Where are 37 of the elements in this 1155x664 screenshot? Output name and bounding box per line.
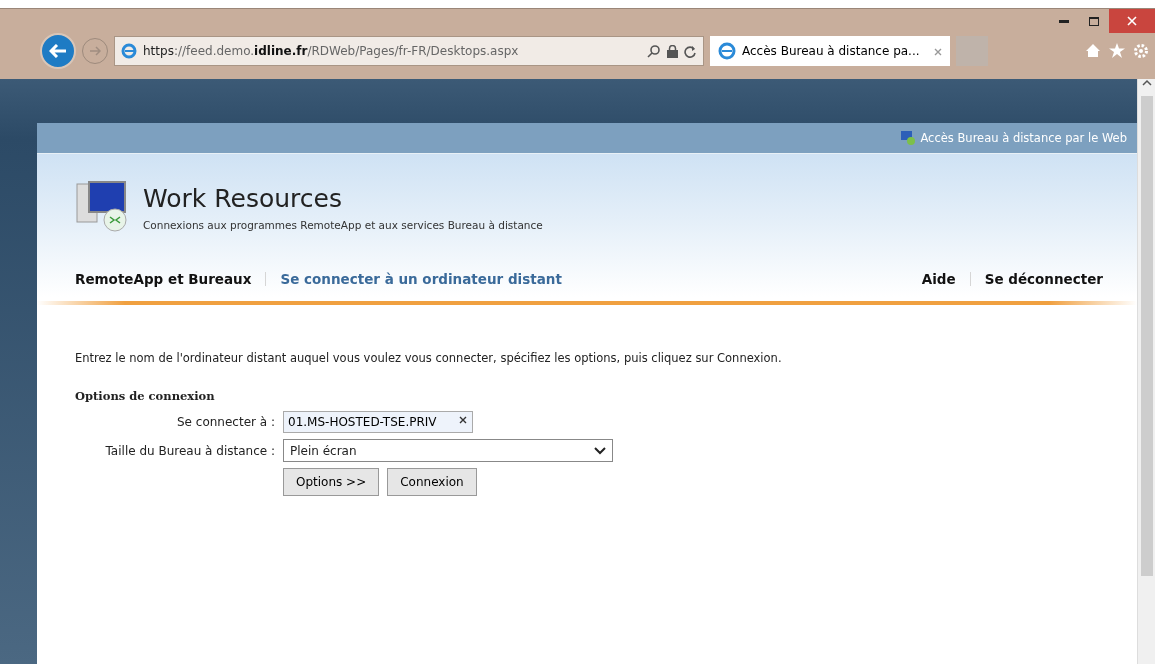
clear-button[interactable] xyxy=(459,416,467,424)
instructions-text: Entrez le nom de l'ordinateur distant auquel vous voulez vous connecter, spécifiez les options, puis cliquez sur Connexion. xyxy=(75,351,783,365)
back-button[interactable] xyxy=(40,33,76,69)
tab-title: Accès Bureau à distance pa... xyxy=(742,44,920,58)
home-icon[interactable] xyxy=(1085,43,1101,58)
chevron-down-icon xyxy=(594,446,606,455)
search-icon[interactable] xyxy=(647,44,661,58)
refresh-icon[interactable] xyxy=(684,44,697,58)
field-label: Taille du Bureau à distance : xyxy=(104,443,275,458)
lock-icon xyxy=(667,44,678,58)
page-title: Work Resources xyxy=(143,183,343,213)
nav-link[interactable]: Se déconnecter xyxy=(984,271,1103,287)
dropdown[interactable]: Plein écran xyxy=(283,439,613,462)
form-button[interactable]: Options >> xyxy=(283,468,380,496)
close-icon xyxy=(934,47,942,56)
url-text: https://feed.demo.idline.fr/RDWeb/Pages/fr-FR/Desktops.aspx xyxy=(143,44,520,58)
scrollbar[interactable] xyxy=(1137,79,1155,664)
page-subtitle: Connexions aux programmes RemoteApp et aux services Bureau à distance xyxy=(143,218,543,231)
close-icon xyxy=(459,416,467,424)
arrow-right-icon xyxy=(89,46,101,56)
browser-tab[interactable]: Accès Bureau à distance pa... xyxy=(710,36,950,66)
nav-link[interactable]: Se connecter à un ordinateur distant xyxy=(280,271,562,287)
chevron-up-icon[interactable] xyxy=(1141,79,1152,86)
section-title: Options de connexion xyxy=(75,389,216,403)
arrow-left-icon xyxy=(49,44,67,58)
field-label: Se connecter à : xyxy=(176,415,275,429)
minimize-icon xyxy=(1059,19,1069,23)
address-bar[interactable]: https://feed.demo.idline.fr/RDWeb/Pages/fr-FR/Desktops.aspx xyxy=(114,36,704,66)
settings-icon[interactable] xyxy=(1133,43,1149,59)
star-icon[interactable] xyxy=(1109,43,1125,58)
nav-link[interactable]: RemoteApp et Bureaux xyxy=(75,271,252,287)
nav-link[interactable]: Aide xyxy=(921,271,956,287)
input-field[interactable]: 01.MS-HOSTED-TSE.PRIV xyxy=(283,411,473,433)
close-icon xyxy=(1127,16,1137,26)
form-button[interactable]: Connexion xyxy=(387,468,477,496)
maximize-icon xyxy=(1089,16,1099,26)
dropdown-value: Plein écran xyxy=(290,443,357,458)
